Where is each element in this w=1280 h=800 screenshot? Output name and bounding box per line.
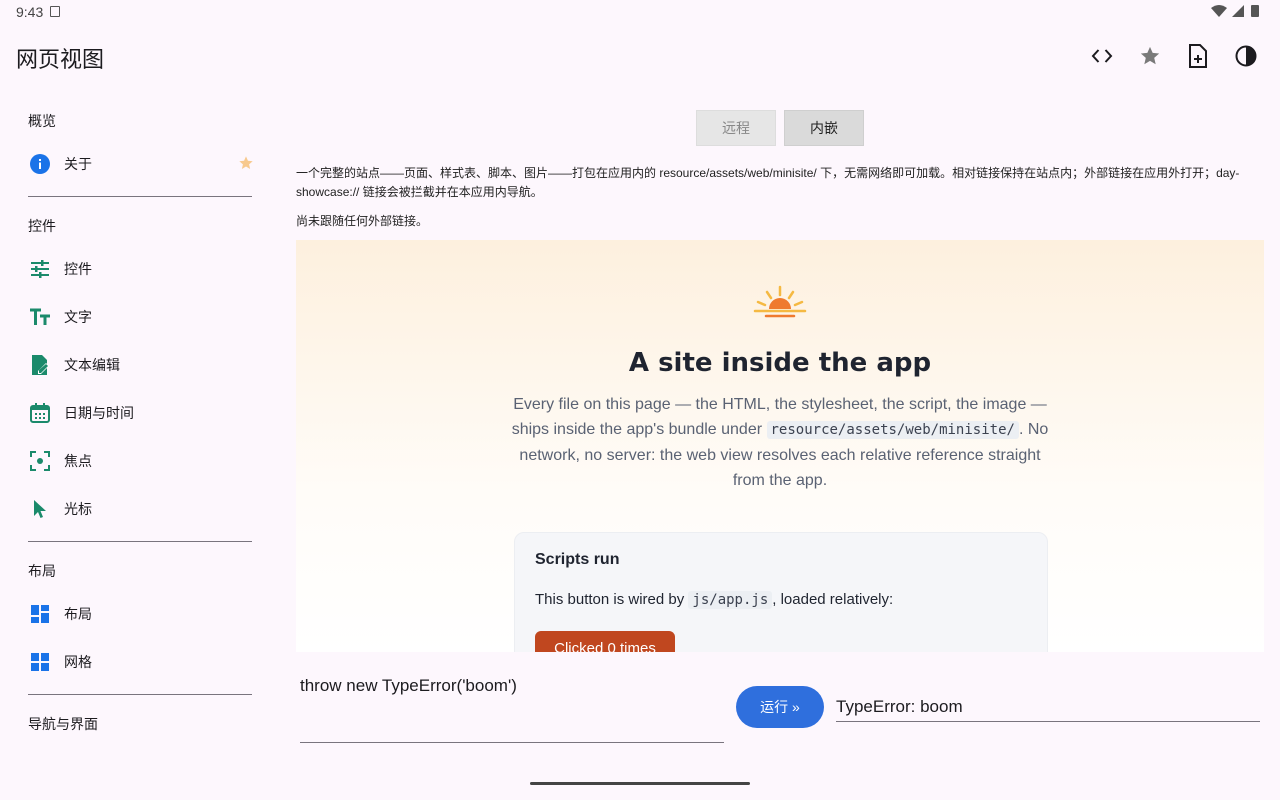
result-underline bbox=[836, 721, 1260, 722]
web-lede: Every file on this page — the HTML, the … bbox=[511, 396, 1049, 489]
sidebar-item-text[interactable]: 文字 bbox=[16, 293, 256, 341]
cursor-icon bbox=[28, 497, 52, 521]
section-layout: 布局 bbox=[28, 563, 56, 579]
description-text: 一个完整的站点——页面、样式表、脚本、图片——打包在应用内的 resource/… bbox=[296, 166, 1240, 199]
script-code: js/app.js bbox=[688, 591, 773, 609]
sidebar-item-controls[interactable]: 控件 bbox=[16, 245, 256, 293]
sidebar-item-label: 日期与时间 bbox=[64, 405, 134, 421]
divider bbox=[28, 196, 252, 197]
sidebar-item-label: 控件 bbox=[64, 261, 92, 277]
card-text: This button is wired by js/app.js, loade… bbox=[535, 591, 894, 609]
sidebar-item-label: 布局 bbox=[64, 606, 92, 622]
sidebar-item-label: 网格 bbox=[64, 654, 92, 670]
edit-document-icon bbox=[28, 353, 52, 377]
sunrise-icon bbox=[753, 285, 807, 318]
page-title: 网页视图 bbox=[16, 47, 105, 72]
sidebar-item-grid[interactable]: 网格 bbox=[16, 638, 256, 686]
appbar-actions bbox=[1088, 40, 1260, 72]
source-toggle: 远程 内嵌 bbox=[696, 110, 864, 146]
remote-button[interactable]: 远程 bbox=[696, 110, 776, 146]
sidebar-item-focus[interactable]: 焦点 bbox=[16, 437, 256, 485]
sidebar-item-label: 关于 bbox=[64, 156, 92, 172]
web-heading: A site inside the app bbox=[628, 348, 932, 378]
tune-icon bbox=[28, 257, 52, 281]
section-controls: 控件 bbox=[28, 218, 56, 234]
section-navigation-ui: 导航与界面 bbox=[28, 716, 98, 732]
dashboard-icon bbox=[28, 602, 52, 626]
status-time: 9:43 bbox=[16, 4, 44, 20]
embedded-button[interactable]: 内嵌 bbox=[784, 110, 864, 146]
sim-icon bbox=[50, 6, 60, 17]
run-button[interactable]: 运行 » bbox=[736, 686, 824, 728]
section-overview: 概览 bbox=[28, 113, 56, 129]
info-icon bbox=[28, 152, 52, 176]
note-add-icon[interactable] bbox=[1184, 40, 1212, 72]
sidebar-item-date-time[interactable]: 日期与时间 bbox=[16, 389, 256, 437]
sidebar: 概览 关于 控件 控件 文字 文本编辑 日期与时间 焦点 光标 布局 布局 网格… bbox=[16, 100, 256, 743]
sidebar-item-text-edit[interactable]: 文本编辑 bbox=[16, 341, 256, 389]
favorite-star-icon[interactable] bbox=[238, 155, 254, 174]
star-icon[interactable] bbox=[1136, 40, 1164, 72]
result-output: TypeError: boom bbox=[836, 697, 963, 716]
card-title: Scripts run bbox=[535, 551, 620, 568]
js-command-input[interactable]: throw new TypeError('boom') bbox=[300, 676, 724, 696]
grid-icon bbox=[28, 650, 52, 674]
scripts-card: Scripts run This button is wired by js/a… bbox=[514, 532, 1048, 652]
text-fields-icon bbox=[28, 305, 52, 329]
sidebar-item-label: 文本编辑 bbox=[64, 357, 120, 373]
wifi-signal-battery-icon bbox=[1211, 5, 1259, 17]
sidebar-item-label: 焦点 bbox=[64, 453, 92, 469]
sidebar-item-label: 文字 bbox=[64, 309, 92, 325]
status-bar: 9:43 bbox=[0, 0, 1280, 24]
input-underline bbox=[300, 742, 724, 743]
click-counter-button[interactable]: Clicked 0 times bbox=[535, 631, 675, 652]
focus-icon bbox=[28, 449, 52, 473]
code-icon[interactable] bbox=[1088, 40, 1116, 72]
divider bbox=[28, 694, 252, 695]
sidebar-item-layout[interactable]: 布局 bbox=[16, 590, 256, 638]
calendar-icon bbox=[28, 401, 52, 425]
contrast-icon[interactable] bbox=[1232, 40, 1260, 72]
sidebar-item-cursor[interactable]: 光标 bbox=[16, 485, 256, 533]
external-link-status: 尚未跟随任何外部链接。 bbox=[296, 214, 429, 228]
sidebar-item-about[interactable]: 关于 bbox=[16, 140, 256, 188]
path-code: resource/assets/web/minisite/ bbox=[766, 421, 1019, 439]
webview[interactable]: A site inside the app Every file on this… bbox=[296, 240, 1264, 652]
status-indicators bbox=[1210, 4, 1264, 21]
home-gesture-bar[interactable] bbox=[530, 782, 750, 785]
sidebar-item-label: 光标 bbox=[64, 501, 92, 517]
divider bbox=[28, 541, 252, 542]
